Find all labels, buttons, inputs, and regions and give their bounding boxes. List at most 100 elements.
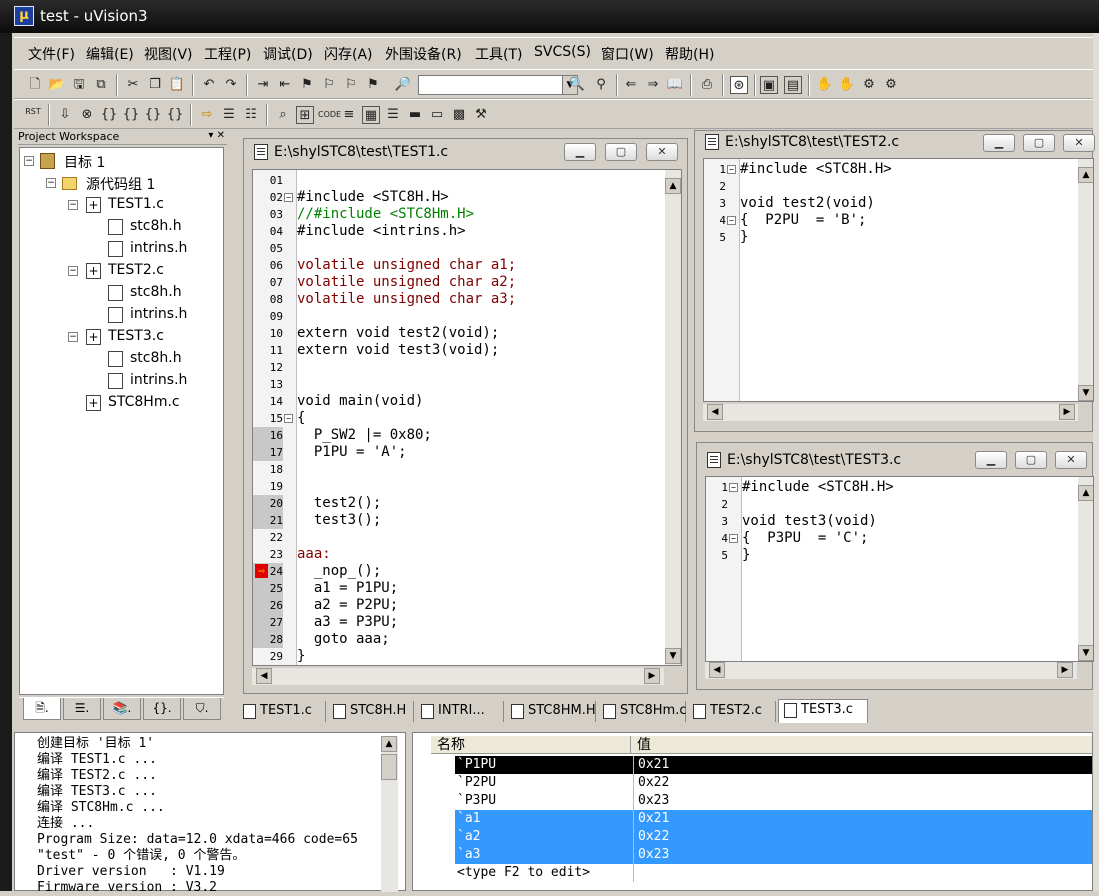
symbols-icon[interactable]: ≡ [340, 106, 358, 124]
collapse-icon[interactable]: − [46, 178, 56, 188]
print-icon[interactable]: ⎙ [698, 76, 716, 94]
hand-stop-icon[interactable]: ✋ [838, 76, 856, 94]
debug-start-icon[interactable]: ⊛ [730, 76, 748, 94]
watch-row[interactable]: `a1 0x21 [453, 810, 1092, 828]
run-icon[interactable]: ⇩ [56, 106, 74, 124]
reset-icon[interactable]: RST [24, 106, 42, 124]
scroll-right-icon[interactable]: ▶ [1057, 662, 1073, 678]
minimize-button[interactable]: ▁ [564, 143, 596, 161]
serial-window-icon[interactable]: ▭ [428, 106, 446, 124]
close-button[interactable]: ✕ [646, 143, 678, 161]
config-icon[interactable]: ⚙ [860, 76, 878, 94]
save-all-icon[interactable]: ⧉ [92, 76, 110, 94]
breakpoint-disable-icon[interactable]: ☷ [242, 106, 260, 124]
incremental-find-icon[interactable]: ⚲ [592, 76, 610, 94]
uvision-app-icon[interactable]: µ [14, 6, 34, 26]
find-icon[interactable]: 🔍 [568, 76, 586, 94]
maximize-button[interactable]: ▢ [1023, 134, 1055, 152]
output-scrollbar[interactable]: ▲ [381, 736, 398, 892]
performance-icon[interactable]: ▩ [450, 106, 468, 124]
tab-templates-icon[interactable]: ⛉. [183, 698, 221, 720]
scroll-up-icon[interactable]: ▲ [381, 736, 397, 752]
close-button[interactable]: ✕ [1055, 451, 1087, 469]
fold-collapse-icon[interactable]: − [727, 165, 736, 174]
maximize-button[interactable]: ▢ [1015, 451, 1047, 469]
collapse-icon[interactable]: − [24, 156, 34, 166]
menu-window[interactable]: 窗口(W) [599, 44, 656, 64]
watch-column-name[interactable]: 名称 [431, 736, 631, 754]
collapse-icon[interactable]: − [68, 332, 78, 342]
horizontal-scrollbar[interactable]: ◀ ▶ [705, 662, 1077, 679]
scroll-up-icon[interactable]: ▲ [665, 178, 681, 194]
copy-icon[interactable]: ❐ [146, 76, 164, 94]
forward-arrow-icon[interactable]: ⇒ [644, 76, 662, 94]
file-tab-stc8h[interactable]: STC8H.H [328, 701, 414, 722]
watch-row[interactable]: `a2 0x22 [453, 828, 1092, 846]
step-into-icon[interactable]: {} [100, 106, 118, 124]
minimize-button[interactable]: ▁ [975, 451, 1007, 469]
code-editor-test3[interactable]: 1− #include <STC8H.H> 2 3 void test3(void) 4−… [705, 476, 1094, 662]
vertical-scrollbar[interactable]: ▲ ▼ [1078, 159, 1093, 401]
scroll-down-icon[interactable]: ▼ [1078, 385, 1093, 401]
menu-debug[interactable]: 调试(D) [261, 44, 315, 64]
find-combo-input[interactable] [418, 75, 563, 95]
horizontal-scrollbar[interactable]: ◀ ▶ [703, 404, 1078, 421]
menu-svcs[interactable]: SVCS(S) [532, 44, 593, 60]
breakpoint-icon[interactable]: ☰ [220, 106, 238, 124]
find-in-files-icon[interactable]: 🔎 [394, 76, 412, 94]
workspace-close-icon[interactable]: ▾ ✕ [208, 130, 225, 141]
scroll-right-icon[interactable]: ▶ [1059, 404, 1075, 420]
stop-icon[interactable]: ⊗ [78, 106, 96, 124]
collapse-icon[interactable]: − [68, 200, 78, 210]
fold-collapse-icon[interactable]: − [284, 414, 293, 423]
bookmark-clear-icon[interactable]: ⚑ [364, 76, 382, 94]
back-arrow-icon[interactable]: ⇐ [622, 76, 640, 94]
watch-row[interactable]: `P3PU 0x23 [453, 792, 1092, 810]
output-toggle-icon[interactable]: ▤ [784, 76, 802, 94]
horizontal-scrollbar[interactable]: ◀ ▶ [252, 668, 664, 685]
call-stack-icon[interactable]: ☰ [384, 106, 402, 124]
menu-view[interactable]: 视图(V) [142, 44, 195, 64]
scroll-left-icon[interactable]: ◀ [256, 668, 272, 684]
vertical-scrollbar[interactable]: ▲ ▼ [665, 170, 681, 665]
scroll-left-icon[interactable]: ◀ [709, 662, 725, 678]
undo-icon[interactable]: ↶ [200, 76, 218, 94]
file-tab-test2[interactable]: TEST2.c [688, 701, 776, 722]
menu-file[interactable]: 文件(F) [26, 44, 77, 64]
minimize-button[interactable]: ▁ [983, 134, 1015, 152]
scroll-down-icon[interactable]: ▼ [665, 648, 681, 664]
scroll-down-icon[interactable]: ▼ [1078, 645, 1093, 661]
indent-icon[interactable]: ⇥ [254, 76, 272, 94]
run-to-cursor-icon[interactable]: {} [166, 106, 184, 124]
file-tab-intrins[interactable]: INTRI... [416, 701, 504, 722]
bookmark-toggle-icon[interactable]: ⚑ [298, 76, 316, 94]
menu-project[interactable]: 工程(P) [202, 44, 253, 64]
memory-window-icon[interactable]: ▬ [406, 106, 424, 124]
scroll-right-icon[interactable]: ▶ [644, 668, 660, 684]
disassembly-icon[interactable]: ⊞ [296, 106, 314, 124]
bookmark-next-icon[interactable]: ⚐ [342, 76, 360, 94]
code-editor-test1[interactable]: 01 02− #include <STC8H.H> 03//#include <STC… [252, 169, 682, 666]
unindent-icon[interactable]: ⇤ [276, 76, 294, 94]
menu-help[interactable]: 帮助(H) [663, 44, 716, 64]
scroll-up-icon[interactable]: ▲ [1078, 167, 1093, 183]
file-tab-stc8hm-c[interactable]: STC8Hm.c [598, 701, 687, 722]
collapse-icon[interactable]: − [68, 266, 78, 276]
tab-registers-icon[interactable]: ☰. [63, 698, 101, 720]
command-window-icon[interactable]: ⌕ [274, 106, 292, 124]
fold-collapse-icon[interactable]: − [729, 483, 738, 492]
watch-row[interactable]: `P1PU 0x21 [453, 756, 1092, 774]
scroll-left-icon[interactable]: ◀ [707, 404, 723, 420]
tab-books-icon[interactable]: 📚. [103, 698, 141, 720]
vertical-scrollbar[interactable]: ▲ ▼ [1078, 477, 1093, 661]
watch-row[interactable]: `a3 0x23 [453, 846, 1092, 864]
hand-icon[interactable]: ✋ [816, 76, 834, 94]
file-tab-test1[interactable]: TEST1.c [238, 701, 326, 722]
fold-collapse-icon[interactable]: − [727, 216, 736, 225]
watch-column-value[interactable]: 值 [631, 736, 1099, 754]
menu-peripherals[interactable]: 外围设备(R) [383, 44, 464, 64]
file-tab-stc8hm-h[interactable]: STC8HM.H [506, 701, 596, 722]
file-tab-test3[interactable]: TEST3.c [778, 699, 868, 723]
tab-functions-icon[interactable]: {}. [143, 698, 181, 720]
save-icon[interactable]: 🖫 [70, 76, 88, 94]
